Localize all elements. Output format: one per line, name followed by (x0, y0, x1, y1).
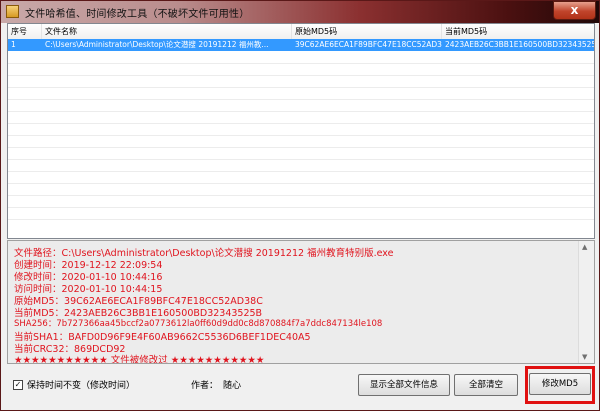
grid-line (8, 195, 594, 196)
file-list-table[interactable]: 序号 文件名称 原始MD5码 当前MD5码 1 C:\Users\Adminis… (7, 23, 595, 239)
grid-line (8, 99, 594, 100)
grid-line (8, 159, 594, 160)
column-header-index[interactable]: 序号 (8, 24, 42, 39)
column-header-filename[interactable]: 文件名称 (42, 24, 292, 39)
table-row[interactable]: 1 C:\Users\Administrator\Desktop\论文潜搜 20… (8, 39, 594, 51)
grid-line (8, 147, 594, 148)
cell-original-md5: 39C62AE6ECA1F89BFC47E18CC52AD38C (295, 40, 442, 49)
app-window: 文件哈希值、时间修改工具（不破坏文件可用性） x 序号 文件名称 原始MD5码 … (0, 0, 600, 411)
scroll-up-icon[interactable]: ▲ (582, 243, 587, 251)
grid-line (8, 207, 594, 208)
grid-line (8, 123, 594, 124)
info-modified-notice: ★★★★★★★★★★★ 文件被修改过 ★★★★★★★★★★★ (14, 355, 265, 364)
info-sha256: SHA256：7b727366aa45bccf2a0773612la0ff60d… (14, 319, 383, 329)
client-area: 序号 文件名称 原始MD5码 当前MD5码 1 C:\Users\Adminis… (7, 23, 595, 406)
info-scrollbar[interactable]: ▲ ▼ (578, 241, 594, 363)
file-info-panel[interactable]: 文件路径：C:\Users\Administrator\Desktop\论文潜搜… (7, 240, 595, 364)
app-icon (6, 5, 19, 18)
grid-line (8, 135, 594, 136)
bottom-toolbar: ✓ 保持时间不变（修改时间） 作者： 随心 显示全部文件信息 全部清空 修改MD… (7, 364, 595, 406)
author-label: 作者： (191, 381, 219, 391)
grid-line (8, 75, 594, 76)
cell-filename: C:\Users\Administrator\Desktop\论文潜搜 2019… (45, 40, 269, 49)
modify-md5-button[interactable]: 修改MD5 (529, 373, 591, 395)
grid-line (8, 63, 594, 64)
window-title: 文件哈希值、时间修改工具（不破坏文件可用性） (25, 9, 250, 20)
keep-time-checkbox[interactable]: ✓ (13, 380, 23, 390)
scroll-down-icon[interactable]: ▼ (582, 353, 587, 361)
cell-current-md5: 2423AEB26C3BB1E160500BD32343525B (445, 40, 594, 49)
grid-line (8, 171, 594, 172)
author-name: 随心 (223, 381, 242, 391)
grid-line (8, 111, 594, 112)
grid-line (8, 183, 594, 184)
grid-line (8, 87, 594, 88)
cell-index: 1 (11, 40, 16, 49)
show-all-file-info-button[interactable]: 显示全部文件信息 (358, 374, 450, 396)
keep-time-label[interactable]: 保持时间不变（修改时间） (27, 378, 135, 391)
table-header: 序号 文件名称 原始MD5码 当前MD5码 (8, 24, 594, 40)
column-header-current-md5[interactable]: 当前MD5码 (442, 24, 594, 39)
close-button[interactable]: x (553, 1, 596, 20)
clear-all-button[interactable]: 全部清空 (454, 374, 518, 396)
grid-line (8, 219, 594, 220)
title-bar[interactable]: 文件哈希值、时间修改工具（不破坏文件可用性） x (1, 1, 599, 23)
column-header-original-md5[interactable]: 原始MD5码 (292, 24, 442, 39)
